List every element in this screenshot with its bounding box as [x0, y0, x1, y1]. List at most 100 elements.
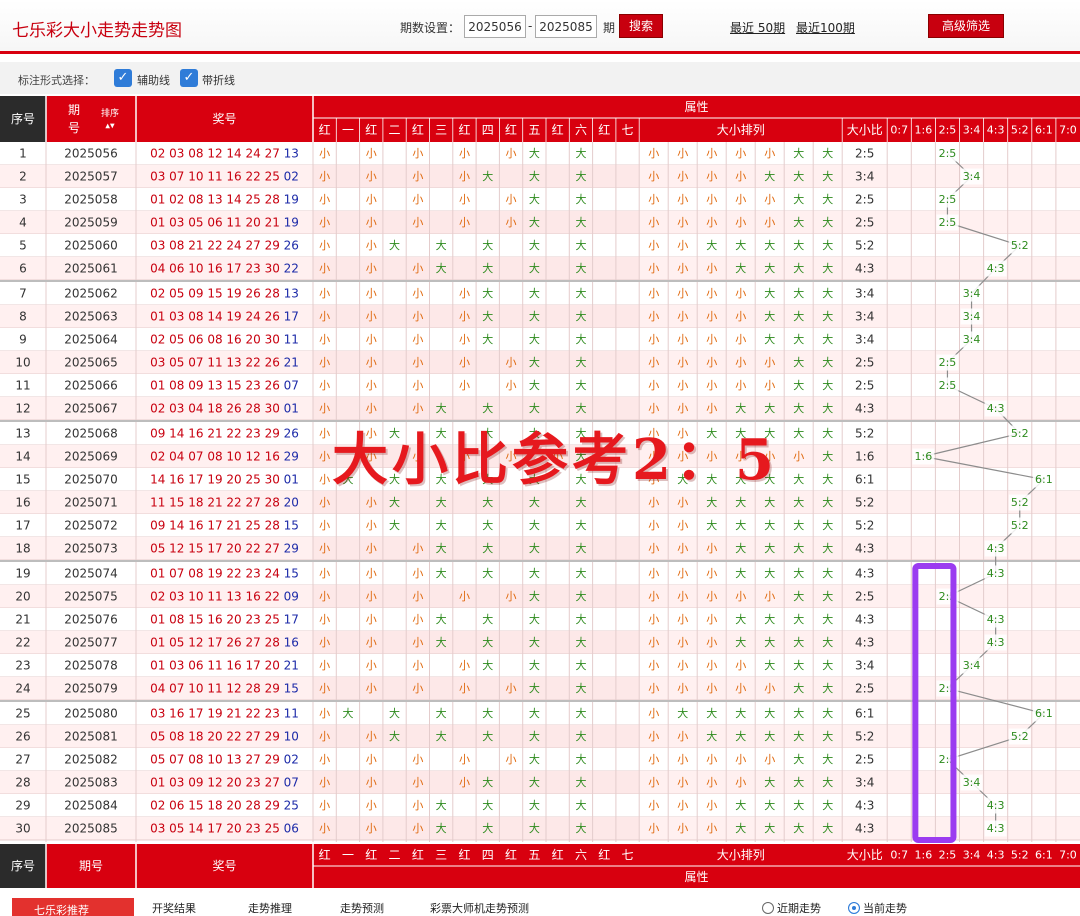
red-balls: 03 05 07 11 13 22 26 — [150, 356, 284, 370]
row-period: 2025073 — [64, 542, 117, 556]
group-separator — [0, 280, 1080, 282]
search-button[interactable]: 搜索 — [619, 14, 663, 38]
row-seq: 9 — [19, 333, 27, 347]
arrange-cell: 小 — [648, 287, 659, 300]
attr-cell: 小 — [506, 356, 517, 369]
bottom-sub-header: 一 — [342, 848, 354, 862]
period-from-input[interactable] — [464, 15, 526, 38]
row-prize: 02 06 15 18 20 28 29 25 — [150, 799, 299, 813]
sub-header: 红 — [319, 122, 331, 137]
attr-cell: 大 — [436, 821, 447, 835]
arrange-cell: 大 — [822, 472, 833, 486]
attr-cell: 大 — [529, 378, 540, 392]
attr-cell: 大 — [389, 729, 400, 743]
fold-line-checkbox[interactable]: ✓ — [180, 69, 198, 87]
attr-cell: 小 — [459, 682, 470, 695]
prize-header: 奖号 — [212, 112, 236, 126]
attr-cell: 大 — [529, 518, 540, 532]
row-ratio: 3:4 — [855, 170, 874, 184]
attr-cell: 大 — [575, 238, 586, 252]
row-period: 2025072 — [64, 519, 117, 533]
arrange-cell: 小 — [677, 216, 688, 229]
arrange-cell: 小 — [706, 776, 717, 789]
row-period: 2025061 — [64, 262, 117, 276]
row-period: 2025067 — [64, 402, 117, 416]
attr-cell: 小 — [366, 333, 377, 346]
arrange-cell: 大 — [764, 706, 775, 720]
arrange-cell: 小 — [706, 659, 717, 672]
group-separator — [0, 420, 1080, 422]
arrange-cell: 小 — [677, 542, 688, 555]
special-ball: 26 — [284, 427, 299, 441]
bottom-prize-header: 奖号 — [212, 859, 236, 873]
aux-line-checkbox[interactable]: ✓ — [114, 69, 132, 87]
attr-cell: 小 — [506, 147, 517, 160]
arrange-cell: 大 — [793, 426, 804, 440]
arrange-cell: 小 — [677, 402, 688, 415]
arrange-cell: 小 — [764, 356, 775, 369]
row-seq: 21 — [15, 613, 30, 627]
advanced-filter-button[interactable]: 高级筛选 — [928, 14, 1004, 38]
attr-cell: 大 — [482, 309, 493, 323]
attr-cell: 小 — [459, 776, 470, 789]
trend-node: 5:2 — [1011, 730, 1029, 743]
row-ratio: 2:5 — [855, 216, 874, 230]
period-to-input[interactable] — [535, 15, 597, 38]
arrange-cell: 大 — [793, 332, 804, 346]
red-balls: 02 03 04 18 26 28 30 — [150, 402, 284, 416]
attr-cell: 大 — [529, 426, 540, 440]
bottom-ratio-header: 大小比 — [847, 848, 883, 862]
attr-cell: 小 — [459, 659, 470, 672]
trend-node: 5:2 — [1011, 519, 1029, 532]
radio-recent[interactable]: 近期走势 — [762, 900, 821, 916]
arrange-cell: 小 — [677, 239, 688, 252]
row-prize: 01 05 12 17 26 27 28 16 — [150, 636, 299, 650]
footer-link-reasoning[interactable]: 走势推理 — [248, 900, 292, 916]
row-seq: 8 — [19, 310, 27, 324]
row-period: 2025077 — [64, 636, 117, 650]
row-prize: 05 07 08 10 13 27 29 02 — [150, 753, 299, 767]
arrange-cell: 大 — [793, 309, 804, 323]
arrange-cell: 小 — [677, 427, 688, 440]
attr-cell: 小 — [366, 822, 377, 835]
row-ratio: 2:5 — [855, 590, 874, 604]
bottom-sub-header: 红 — [552, 847, 564, 862]
attr-cell: 小 — [412, 682, 423, 695]
arrange-cell: 小 — [706, 636, 717, 649]
red-balls: 03 16 17 19 21 22 23 — [150, 707, 284, 721]
trend-node: 2:5 — [939, 379, 957, 392]
attr-cell: 小 — [319, 239, 330, 252]
arrange-cell: 小 — [677, 262, 688, 275]
recent-50-link[interactable]: 最近 50期 — [730, 19, 785, 36]
footer-tab[interactable]: 七乐彩推荐 — [12, 898, 134, 916]
radio-current[interactable]: 当前走势 — [848, 900, 907, 916]
red-balls: 02 03 10 11 13 16 22 — [150, 590, 284, 604]
sub-header: 二 — [389, 123, 401, 137]
arrange-cell: 小 — [648, 542, 659, 555]
row-period: 2025082 — [64, 753, 117, 767]
special-ball: 29 — [284, 450, 299, 464]
arrange-cell: 小 — [677, 379, 688, 392]
arrange-cell: 大 — [764, 518, 775, 532]
footer-link-forecast[interactable]: 走势预测 — [340, 900, 384, 916]
arrange-cell: 大 — [822, 706, 833, 720]
arrange-cell: 大 — [706, 729, 717, 743]
arrange-cell: 大 — [735, 729, 746, 743]
attr-cell: 大 — [529, 589, 540, 603]
recent-100-link[interactable]: 最近100期 — [796, 19, 855, 36]
attr-cell: 小 — [319, 542, 330, 555]
trend-node: 2:5 — [939, 147, 957, 160]
footer-link-results[interactable]: 开奖结果 — [152, 900, 196, 916]
options-label: 标注形式选择： — [18, 74, 95, 87]
attr-cell: 小 — [412, 333, 423, 346]
footer-link-master[interactable]: 彩票大师机走势预测 — [430, 900, 529, 916]
arrange-cell: 大 — [822, 332, 833, 346]
arrange-cell: 小 — [706, 822, 717, 835]
row-prize: 04 06 10 16 17 23 30 22 — [150, 262, 299, 276]
row-seq: 7 — [19, 287, 27, 301]
arrange-cell: 小 — [648, 170, 659, 183]
attr-cell: 大 — [575, 495, 586, 509]
arrange-cell: 小 — [735, 379, 746, 392]
arrange-cell: 大 — [822, 589, 833, 603]
attr-cell: 大 — [575, 472, 586, 486]
